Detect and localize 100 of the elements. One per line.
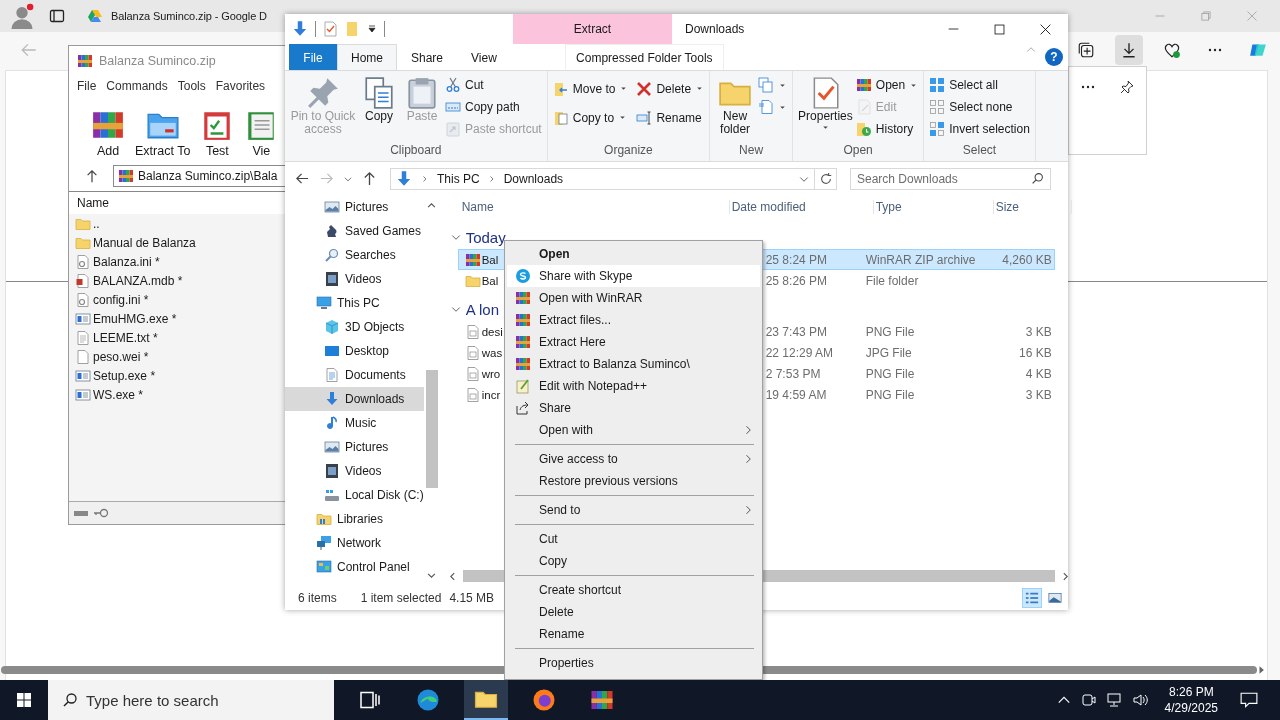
- file-name[interactable]: Balanza.ini *: [93, 254, 160, 269]
- toolbar-button[interactable]: Test: [200, 108, 235, 158]
- path-field[interactable]: Balanza Suminco.zip\Bala: [113, 165, 285, 187]
- menu-item[interactable]: Properties: [507, 652, 760, 674]
- toolbar-button[interactable]: Add: [91, 108, 125, 158]
- taskbar-search-field[interactable]: Type here to search: [48, 680, 334, 720]
- file-name[interactable]: Manual de Balanza: [93, 235, 196, 250]
- ribbon-button[interactable]: Copy to: [552, 103, 629, 132]
- column-header[interactable]: Date modified: [729, 200, 874, 214]
- scrollbar-thumb[interactable]: [425, 370, 438, 488]
- menu-item[interactable]: Rename: [507, 623, 760, 645]
- nav-item[interactable]: This PC: [285, 291, 424, 315]
- nav-item[interactable]: Libraries: [285, 507, 424, 531]
- help-button[interactable]: ?: [1045, 48, 1063, 66]
- refresh-button[interactable]: [815, 167, 837, 190]
- taskbar-app[interactable]: [464, 680, 508, 720]
- file-name[interactable]: wro: [481, 367, 501, 380]
- nav-item[interactable]: Pictures: [285, 435, 424, 459]
- file-name[interactable]: was: [481, 346, 503, 359]
- breadcrumb[interactable]: This PC: [437, 171, 480, 186]
- file-name[interactable]: peso.wei *: [93, 349, 149, 364]
- nav-item[interactable]: Searches: [285, 243, 424, 267]
- file-name[interactable]: incr: [481, 388, 501, 401]
- menu-item[interactable]: Copy: [507, 550, 760, 572]
- breadcrumb[interactable]: Downloads: [503, 171, 564, 186]
- menu-item[interactable]: Open: [507, 243, 760, 265]
- menu-item[interactable]: Commands: [106, 79, 168, 93]
- browser-tab[interactable]: Balanza Suminco.zip - Google D: [79, 8, 267, 24]
- menu-item[interactable]: Extract files...: [507, 309, 760, 331]
- column-header[interactable]: Size: [993, 200, 1072, 214]
- nav-item[interactable]: Videos: [285, 267, 424, 291]
- nav-item[interactable]: Music: [285, 411, 424, 435]
- menu-item[interactable]: Give access to: [507, 448, 760, 470]
- details-view-button[interactable]: [1022, 588, 1042, 608]
- file-name[interactable]: ..: [93, 216, 100, 231]
- nav-item[interactable]: Documents: [285, 363, 424, 387]
- menu-item[interactable]: Edit with Notepad++: [507, 375, 760, 397]
- file-name[interactable]: config.ini *: [93, 292, 149, 307]
- menu-item[interactable]: Restore previous versions: [507, 470, 760, 492]
- file-name[interactable]: LEEME.txt *: [93, 330, 158, 345]
- file-name[interactable]: Bal: [481, 274, 499, 287]
- toolbar-button[interactable]: Vie: [244, 108, 279, 158]
- menu-item[interactable]: Open with: [507, 419, 760, 441]
- menu-item[interactable]: Send to: [507, 499, 760, 521]
- menu-item[interactable]: Delete: [507, 601, 760, 623]
- ribbon-button[interactable]: History: [855, 118, 919, 140]
- download-button[interactable]: [1115, 35, 1143, 65]
- nav-item[interactable]: 3D Objects: [285, 315, 424, 339]
- nav-item[interactable]: Downloads: [285, 387, 424, 411]
- address-bar[interactable]: This PC Downloads: [390, 167, 815, 190]
- nav-item[interactable]: Pictures: [285, 195, 424, 219]
- file-name[interactable]: desi: [481, 325, 503, 338]
- menu-item[interactable]: Open with WinRAR: [507, 287, 760, 309]
- clock-date[interactable]: 4/29/2025: [1164, 700, 1218, 716]
- nav-item[interactable]: Videos: [285, 459, 424, 483]
- ribbon-button[interactable]: Copy path: [445, 96, 542, 118]
- column-header[interactable]: Name: [69, 192, 285, 214]
- ribbon-button[interactable]: New folder: [715, 74, 756, 136]
- column-header[interactable]: Type: [873, 200, 994, 214]
- nav-item[interactable]: Desktop: [285, 339, 424, 363]
- toolbar-button[interactable]: Extract To: [135, 108, 191, 158]
- group-header[interactable]: A lon: [465, 300, 500, 318]
- ribbon-button[interactable]: Move to: [552, 74, 629, 103]
- menu-item[interactable]: Share with Skype: [507, 265, 760, 287]
- nav-item[interactable]: Control Panel: [285, 555, 424, 579]
- file-name[interactable]: Setup.exe *: [93, 368, 156, 383]
- nav-item[interactable]: Network: [285, 531, 424, 555]
- ribbon-tab[interactable]: File: [289, 44, 337, 70]
- group-header[interactable]: Today: [465, 228, 506, 246]
- ribbon-button[interactable]: Properties: [798, 74, 853, 132]
- folder-copy-icon: [552, 109, 569, 126]
- ribbon-button[interactable]: Delete: [636, 74, 705, 103]
- ribbon-tab[interactable]: Home: [337, 44, 397, 70]
- ribbon-button[interactable]: Copy: [359, 74, 399, 123]
- file-name[interactable]: BALANZA.mdb *: [93, 273, 183, 288]
- clock-time[interactable]: 8:26 PM: [1168, 684, 1214, 700]
- breadcrumb-chevron-icon: [421, 174, 429, 183]
- ribbon-tab[interactable]: Share: [397, 44, 458, 70]
- ribbon-button[interactable]: Open: [855, 74, 919, 96]
- ribbon-button[interactable]: Select all: [929, 74, 1030, 96]
- menu-item[interactable]: Extract Here: [507, 331, 760, 353]
- file-name[interactable]: WS.exe *: [93, 387, 143, 402]
- menu-item[interactable]: Extract to Balanza Suminco\: [507, 353, 760, 375]
- menu-item[interactable]: Tools: [177, 79, 206, 93]
- ribbon-tab[interactable]: View: [457, 44, 511, 70]
- menu-item[interactable]: Favorites: [215, 79, 266, 93]
- file-name[interactable]: Bal: [481, 253, 499, 266]
- column-header[interactable]: Name: [459, 200, 730, 214]
- search-field[interactable]: Search Downloads: [850, 167, 1051, 190]
- ribbon-button[interactable]: Rename: [636, 103, 705, 132]
- menu-item[interactable]: File: [77, 79, 97, 93]
- nav-item[interactable]: Saved Games: [285, 219, 424, 243]
- menu-item[interactable]: Cut: [507, 528, 760, 550]
- ribbon-button[interactable]: Invert selection: [929, 118, 1030, 140]
- nav-item[interactable]: Local Disk (C:): [285, 483, 424, 507]
- file-name[interactable]: EmuHMG.exe *: [93, 311, 177, 326]
- ribbon-button[interactable]: Cut: [445, 74, 542, 96]
- menu-item[interactable]: Create shortcut: [507, 579, 760, 601]
- menu-item[interactable]: Share: [507, 397, 760, 419]
- ribbon-button[interactable]: Select none: [929, 96, 1030, 118]
